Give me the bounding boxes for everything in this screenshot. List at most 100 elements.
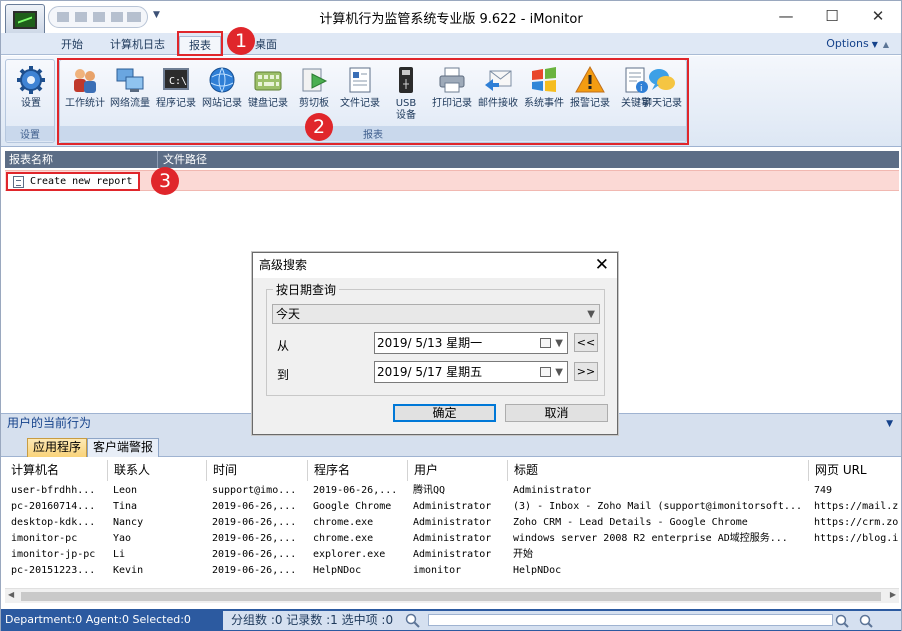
search-input[interactable] bbox=[428, 614, 833, 626]
status-summary: 分组数 :0 记录数 :1 选中项 :0 bbox=[223, 611, 901, 630]
status-bar: Department:0 Agent:0 Selected:0 分组数 :0 记… bbox=[1, 609, 901, 631]
table-cell: Administrator bbox=[513, 485, 592, 496]
zoom-in-icon[interactable] bbox=[859, 614, 873, 628]
table-cell: Kevin bbox=[113, 565, 144, 576]
table-cell: support@imo... bbox=[212, 485, 297, 496]
from-date-value: 2019/ 5/13 星期一 bbox=[377, 336, 483, 350]
table-cell: (3) - Inbox - Zoho Mail (support@imonito… bbox=[513, 501, 802, 512]
table-cell: Li bbox=[113, 549, 126, 560]
column-title[interactable]: 标题 bbox=[507, 460, 538, 481]
settings-group-label: 设置 bbox=[6, 126, 54, 141]
annotation-badge-2: 2 bbox=[305, 113, 333, 141]
scroll-left-icon[interactable]: ◀ bbox=[8, 590, 14, 599]
to-date-picker[interactable]: 2019/ 5/17 星期五 ▼ bbox=[374, 361, 568, 383]
next-range-button[interactable]: >> bbox=[574, 362, 598, 381]
scroll-right-icon[interactable]: ▶ bbox=[890, 590, 896, 599]
table-cell: HelpNDoc bbox=[313, 565, 362, 576]
tab-applications[interactable]: 应用程序 bbox=[27, 438, 88, 457]
minimize-button[interactable]: — bbox=[763, 1, 809, 31]
from-label: 从 bbox=[277, 339, 290, 353]
table-cell: 2019-06-26,... bbox=[313, 485, 398, 496]
table-cell: Leon bbox=[113, 485, 138, 496]
horizontal-scrollbar[interactable]: ◀ ▶ bbox=[5, 588, 899, 603]
table-cell: desktop-kdk... bbox=[11, 517, 96, 528]
report-list-header: 报表名称 文件路径 bbox=[5, 151, 899, 168]
previous-range-button[interactable]: << bbox=[574, 333, 598, 352]
table-row[interactable]: pc-20151223... Kevin 2019-06-26,... HelpNDo… bbox=[5, 563, 899, 579]
table-cell: 开始 bbox=[513, 549, 533, 560]
activity-tabs: 应用程序 客户端警报 bbox=[1, 433, 901, 457]
tab-client-alerts[interactable]: 客户端警报 bbox=[87, 438, 160, 457]
table-cell: 749 bbox=[814, 485, 833, 496]
close-button[interactable]: ✕ bbox=[855, 1, 901, 31]
table-cell: pc-20151223... bbox=[11, 565, 96, 576]
cancel-button[interactable]: 取消 bbox=[505, 404, 608, 422]
column-contact[interactable]: 联系人 bbox=[107, 460, 150, 481]
scrollbar-thumb[interactable] bbox=[21, 592, 881, 601]
tab-computer-log[interactable]: 计算机日志 bbox=[110, 36, 165, 55]
column-computer-name[interactable]: 计算机名 bbox=[5, 460, 59, 481]
document-icon bbox=[13, 176, 24, 188]
table-cell: 2019-06-26,... bbox=[212, 533, 297, 544]
table-cell: HelpNDoc bbox=[513, 565, 562, 576]
column-time[interactable]: 时间 bbox=[206, 460, 237, 481]
table-row[interactable]: user-bfrdhh... Leon support@imo... 2019-06-… bbox=[5, 483, 899, 499]
zoom-out-icon[interactable] bbox=[835, 614, 849, 628]
from-date-picker[interactable]: 2019/ 5/13 星期一 ▼ bbox=[374, 332, 568, 354]
chevron-down-icon: ▼ bbox=[587, 309, 595, 320]
annotation-box-2 bbox=[57, 58, 689, 145]
table-cell: chrome.exe bbox=[313, 517, 374, 528]
column-program[interactable]: 程序名 bbox=[307, 460, 350, 481]
table-row[interactable]: imonitor-jp-pc Li 2019-06-26,... explorer.e… bbox=[5, 547, 899, 563]
chevron-down-icon[interactable]: ▼ bbox=[555, 363, 563, 383]
column-report-name[interactable]: 报表名称 bbox=[9, 151, 53, 168]
dialog-title-bar: 高级搜索 ✕ bbox=[253, 253, 617, 278]
options-label: Options bbox=[826, 37, 869, 50]
table-cell: windows server 2008 R2 enterprise AD域控服务… bbox=[513, 533, 788, 544]
maximize-button[interactable]: ☐ bbox=[809, 1, 855, 31]
calendar-icon[interactable] bbox=[540, 338, 551, 348]
settings-group: 设置 设置 bbox=[5, 59, 55, 143]
date-preset-select[interactable]: 今天 ▼ bbox=[272, 304, 600, 324]
options-menu[interactable]: Options ▼ ▲ bbox=[826, 37, 889, 50]
table-cell: Yao bbox=[113, 533, 132, 544]
status-summary-text: 分组数 :0 记录数 :1 选中项 :0 bbox=[231, 613, 394, 627]
app-window: ▼ 计算机行为监管系统专业版 9.622 - iMonitor — ☐ ✕ 开始… bbox=[0, 0, 902, 631]
table-row[interactable]: desktop-kdk... Nancy 2019-06-26,... chrome.… bbox=[5, 515, 899, 531]
to-label: 到 bbox=[277, 368, 290, 382]
ribbon-collapse-icon[interactable]: ▲ bbox=[883, 40, 889, 49]
panel-dropdown-icon[interactable]: ▼ bbox=[886, 415, 893, 434]
table-cell: Nancy bbox=[113, 517, 144, 528]
annotation-badge-3: 3 bbox=[151, 167, 179, 195]
activity-table: 计算机名 联系人 时间 程序名 用户 标题 网页 URL user-bfrdhh… bbox=[5, 457, 899, 603]
table-cell: user-bfrdhh... bbox=[11, 485, 96, 496]
dialog-close-icon[interactable]: ✕ bbox=[595, 255, 609, 275]
activity-panel-title: 用户的当前行为 bbox=[7, 416, 92, 430]
chevron-down-icon[interactable]: ▼ bbox=[555, 334, 563, 354]
create-new-report-item[interactable]: Create new report bbox=[6, 172, 141, 191]
activity-table-header: 计算机名 联系人 时间 程序名 用户 标题 网页 URL bbox=[5, 460, 899, 481]
status-counts: Department:0 Agent:0 Selected:0 bbox=[5, 613, 191, 626]
table-row[interactable]: imonitor-pc Yao 2019-06-26,... chrome.exe Ad… bbox=[5, 531, 899, 547]
search-icon[interactable] bbox=[405, 613, 420, 628]
table-cell: imonitor bbox=[413, 565, 462, 576]
column-user[interactable]: 用户 bbox=[407, 460, 438, 481]
report-row[interactable]: Create new report bbox=[5, 170, 899, 191]
ok-button[interactable]: 确定 bbox=[393, 404, 496, 422]
gear-icon bbox=[17, 66, 45, 94]
tab-start[interactable]: 开始 bbox=[61, 36, 83, 55]
table-row[interactable]: pc-20160714... Tina 2019-06-26,... Google C… bbox=[5, 499, 899, 515]
settings-button[interactable]: 设置 bbox=[8, 64, 54, 128]
table-cell: Administrator bbox=[413, 517, 492, 528]
table-cell: Administrator bbox=[413, 501, 492, 512]
table-cell: 2019-06-26,... bbox=[212, 549, 297, 560]
advanced-search-dialog: 高级搜索 ✕ 按日期查询 今天 ▼ 从 2019/ 5/13 星期一 ▼ << … bbox=[252, 252, 618, 435]
tab-desktop[interactable]: 桌面 bbox=[255, 36, 277, 55]
column-file-path[interactable]: 文件路径 bbox=[157, 151, 207, 168]
create-new-report-label: Create new report bbox=[30, 176, 133, 187]
calendar-icon[interactable] bbox=[540, 367, 551, 377]
table-cell: chrome.exe bbox=[313, 533, 374, 544]
column-url[interactable]: 网页 URL bbox=[808, 460, 899, 481]
ribbon-tabs: 开始 计算机日志 报表 桌面 Options ▼ ▲ bbox=[1, 33, 901, 55]
table-cell: imonitor-jp-pc bbox=[11, 549, 96, 560]
